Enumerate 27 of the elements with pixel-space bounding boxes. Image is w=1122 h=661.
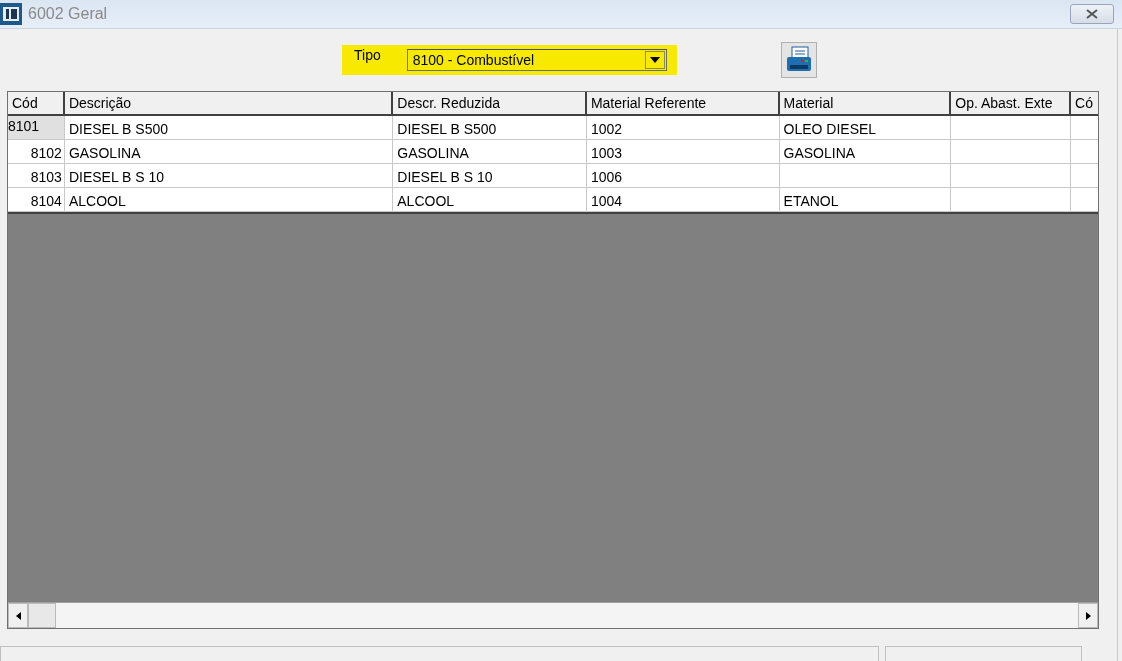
column-header[interactable]: Descrição xyxy=(64,92,394,116)
scroll-thumb[interactable] xyxy=(28,603,56,628)
filter-label: Tipo xyxy=(354,47,381,63)
caret-icon xyxy=(649,57,660,63)
table-cell: ALCOOL xyxy=(64,188,394,212)
app-logo-icon xyxy=(0,3,22,25)
table-cell: ALCOOL xyxy=(393,188,587,212)
close-icon xyxy=(1086,9,1098,19)
left-triangle-icon xyxy=(15,611,21,620)
right-triangle-icon xyxy=(1085,611,1091,620)
window-title: 6002 Geral xyxy=(28,5,108,23)
scroll-left-button[interactable] xyxy=(8,603,28,628)
type-dropdown[interactable]: 8100 - Combustível xyxy=(406,49,667,71)
print-button[interactable] xyxy=(780,42,817,78)
scroll-right-button[interactable] xyxy=(1078,603,1098,628)
column-header[interactable]: Material xyxy=(779,92,952,116)
table-cell: 1004 xyxy=(586,188,780,212)
close-button[interactable] xyxy=(1070,4,1114,24)
column-header[interactable]: Descr. Reduzida xyxy=(393,92,587,116)
column-header[interactable]: Material Referente xyxy=(586,92,780,116)
table-cell: ETANOL xyxy=(779,188,952,212)
column-header[interactable]: Op. Abast. Exte xyxy=(951,92,1072,116)
table-cell: 8101 xyxy=(8,116,65,140)
column-header[interactable]: Có xyxy=(1071,92,1098,116)
table-cell: 8104 xyxy=(8,188,65,212)
horizontal-scrollbar[interactable] xyxy=(8,602,1098,628)
column-header[interactable]: Cód xyxy=(8,92,65,116)
